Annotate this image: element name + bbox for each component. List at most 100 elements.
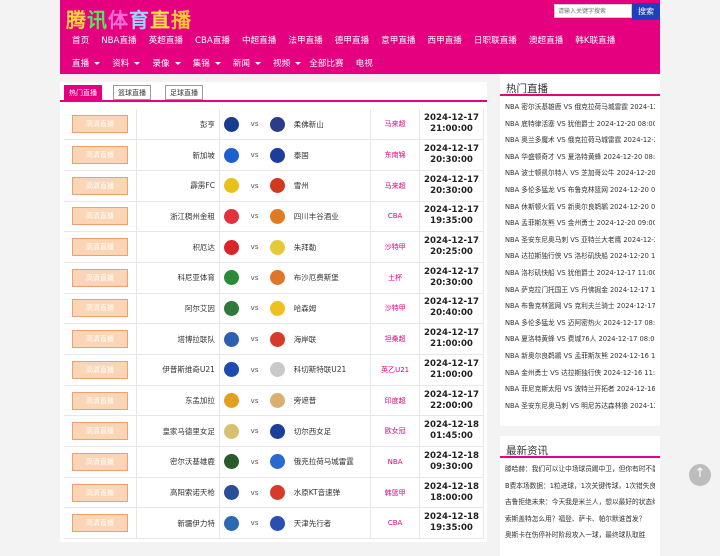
hot-live-box: 热门直播 NBA 密尔沃基雄鹿 VS 俄克拉荷马城雷霆 2024-12-18 NB… xyxy=(500,74,660,426)
league-link[interactable]: 土杯 xyxy=(370,262,421,294)
news-item[interactable]: 奥斯卡在伤停补时阶段攻入一球，最终球队取胜 xyxy=(505,527,655,544)
league-link[interactable]: 欧女冠 xyxy=(370,415,421,448)
hd-live-button[interactable]: 高清直播 xyxy=(71,391,128,410)
subnav-link[interactable]: 资料 xyxy=(112,56,141,70)
hd-live-button[interactable]: 高清直播 xyxy=(71,514,128,533)
hd-live-button[interactable]: 高清直播 xyxy=(71,115,128,134)
hd-live-button[interactable]: 高清直播 xyxy=(71,268,128,287)
hot-live-item[interactable]: NBA 休斯顿火箭 VS 新奥尔良鹈鹕 2024-12-20 09:00 xyxy=(505,199,655,216)
hd-live-button[interactable]: 高清直播 xyxy=(71,452,128,471)
news-item[interactable]: 滕哈赫：我们可以让中场球员踢中卫，但你有时不能 xyxy=(505,461,655,478)
nav-link[interactable]: 首页 xyxy=(72,34,89,48)
league-link[interactable]: CBA xyxy=(370,201,421,233)
nav-link[interactable]: CBA直播 xyxy=(195,34,230,48)
match-clock: 20:30:00 xyxy=(430,155,473,166)
tab-basketball-live[interactable]: 篮球直播 xyxy=(113,85,151,100)
hd-live-button[interactable]: 高清直播 xyxy=(71,207,128,226)
nav-link[interactable]: 德甲直播 xyxy=(335,34,369,48)
match-time: 2024-12-17 20:40:00 xyxy=(419,293,484,325)
league-link[interactable]: 坦桑超 xyxy=(370,323,421,355)
logo-char: 育 xyxy=(129,8,150,32)
nav-link[interactable]: NBA直播 xyxy=(101,34,136,48)
news-item[interactable]: B费本场数据：1粒进球，1次关键传球，1次错失良机 xyxy=(505,478,655,495)
nav-link[interactable]: 西甲直播 xyxy=(428,34,462,48)
hd-live-button[interactable]: 高清直播 xyxy=(71,299,128,318)
hd-live-button[interactable]: 高清直播 xyxy=(71,422,128,441)
hot-live-item[interactable]: NBA 洛杉矶快船 VS 犹他爵士 2024-12-17 11:00 xyxy=(505,265,655,282)
hot-live-item[interactable]: NBA 金州勇士 VS 达拉斯独行侠 2024-12-16 11:00 xyxy=(505,365,655,382)
tab-hot-live[interactable]: 热门直播 xyxy=(64,85,102,100)
hot-live-item[interactable]: NBA 布鲁克林篮网 VS 克利夫兰骑士 2024-12-17 08:30 xyxy=(505,298,655,315)
league-link[interactable]: 东南锦 xyxy=(370,139,421,171)
hd-live-button[interactable]: 高清直播 xyxy=(71,146,128,165)
home-team-logo-icon xyxy=(223,454,239,470)
hot-live-item[interactable]: NBA 奥兰多魔术 VS 俄克拉荷马城雷霆 2024-12-20 xyxy=(505,132,655,149)
subnav-label: 集锦 xyxy=(192,59,210,69)
news-item[interactable]: 吉鲁拒绝未来：今天我是米兰人，想以最好的状态结束 xyxy=(505,494,655,511)
hot-live-item[interactable]: NBA 多伦多猛龙 VS 布鲁克林篮网 2024-12-20 08:30 xyxy=(505,182,655,199)
league-link[interactable]: 印度超 xyxy=(370,385,421,417)
subnav-link[interactable]: 集锦 xyxy=(193,56,221,70)
away-logo-cell xyxy=(266,446,290,478)
hot-live-item[interactable]: NBA 华盛顿奇才 VS 夏洛特黄蜂 2024-12-20 08:00 xyxy=(505,149,655,166)
subnav-link[interactable]: 视频 xyxy=(273,56,302,70)
league-link[interactable]: 韩篮甲 xyxy=(370,477,421,509)
hd-live-button[interactable]: 高清直播 xyxy=(71,360,128,379)
hot-live-item[interactable]: NBA 萨克拉门托国王 VS 丹佛掘金 2024-12-17 11:00 xyxy=(505,282,655,299)
button-cell: 高清直播 xyxy=(64,477,137,509)
hd-live-button[interactable]: 高清直播 xyxy=(71,238,128,257)
league-link[interactable]: 英乙U21 xyxy=(370,354,421,386)
league-link[interactable]: 沙特甲 xyxy=(370,231,421,263)
away-team-logo-icon xyxy=(270,331,286,347)
away-team: 雪州 xyxy=(289,170,372,202)
news-item[interactable]: 索斯盖特怎么用？福登、萨卡、帕尔默谁首发？ xyxy=(505,511,655,528)
subnav-link[interactable]: 直播 xyxy=(72,56,101,70)
home-team-logo-icon xyxy=(223,393,239,409)
subnav-link[interactable]: 新闻 xyxy=(233,56,262,70)
away-logo-cell xyxy=(266,293,290,325)
hot-live-item[interactable]: NBA 菲尼克斯太阳 VS 波特兰开拓者 2024-12-16 10:00 xyxy=(505,381,655,398)
league-link[interactable]: 马来超 xyxy=(370,109,421,141)
hot-live-item[interactable]: NBA 多伦多猛龙 VS 迈阿密热火 2024-12-17 08:30 xyxy=(505,315,655,332)
tab-football-live[interactable]: 足球直播 xyxy=(165,85,203,100)
nav-link[interactable]: 法甲直播 xyxy=(288,34,322,48)
subnav-link[interactable]: 录像 xyxy=(152,56,181,70)
search-input[interactable] xyxy=(554,4,632,18)
nav-link[interactable]: 英超直播 xyxy=(149,34,183,48)
league-link[interactable]: 马来超 xyxy=(370,170,421,202)
hd-live-button[interactable]: 高清直播 xyxy=(71,330,128,349)
hot-live-item[interactable]: NBA 密尔沃基雄鹿 VS 俄克拉荷马城雷霆 2024-12-18 xyxy=(505,99,655,116)
home-logo-cell xyxy=(219,477,243,509)
nav-link[interactable]: 日职联直播 xyxy=(474,34,517,48)
hd-live-button[interactable]: 高清直播 xyxy=(71,176,128,195)
subnav-link[interactable]: 电视 xyxy=(356,56,373,70)
hot-live-item[interactable]: NBA 达拉斯独行侠 VS 洛杉矶快船 2024-12-20 11:00 xyxy=(505,248,655,265)
hot-live-item[interactable]: NBA 新奥尔良鹈鹕 VS 孟菲斯灰熊 2024-12-16 11:00 xyxy=(505,348,655,365)
hot-live-item[interactable]: NBA 夏洛特黄蜂 VS 费城76人 2024-12-17 08:00 xyxy=(505,331,655,348)
away-team-logo-icon xyxy=(270,239,286,255)
search-button[interactable]: 搜索 xyxy=(632,3,660,20)
league-link[interactable]: CBA xyxy=(370,507,421,540)
nav-link[interactable]: 中超直播 xyxy=(242,34,276,48)
hot-live-item[interactable]: NBA 孟菲斯灰熊 VS 金州勇士 2024-12-20 09:00 xyxy=(505,215,655,232)
subnav-label: 视频 xyxy=(273,59,291,69)
away-team: 天津先行者 xyxy=(289,507,372,540)
site-logo[interactable]: 腾讯体育直播 xyxy=(66,4,192,33)
hot-live-item[interactable]: NBA 波士顿凯尔特人 VS 芝加哥公牛 2024-12-20 xyxy=(505,165,655,182)
scroll-top-button[interactable]: ↑ xyxy=(689,464,711,486)
league-link[interactable]: 沙特甲 xyxy=(370,293,421,325)
nav-link[interactable]: 澳超直播 xyxy=(529,34,563,48)
subnav-link[interactable]: 全部比赛 xyxy=(309,56,343,70)
league-link[interactable]: NBA xyxy=(370,446,421,478)
button-cell: 高清直播 xyxy=(64,323,137,355)
nav-link[interactable]: 意甲直播 xyxy=(381,34,415,48)
news-list: 滕哈赫：我们可以让中场球员踢中卫，但你有时不能 B费本场数据：1粒进球，1次关键传… xyxy=(500,458,660,544)
away-team: 朱拜勒 xyxy=(289,231,372,263)
hot-live-item[interactable]: NBA 圣安东尼奥马刺 VS 明尼苏达森林狼 2024-12-16 xyxy=(505,398,655,415)
nav-link[interactable]: 韩K联直播 xyxy=(575,34,615,48)
home-team-logo-icon xyxy=(223,423,239,439)
hot-live-item[interactable]: NBA 圣安东尼奥马刺 VS 亚特兰大老鹰 2024-12-20 xyxy=(505,232,655,249)
match-time: 2024-12-18 09:30:00 xyxy=(419,446,484,478)
hot-live-item[interactable]: NBA 底特律活塞 VS 犹他爵士 2024-12-20 08:00 xyxy=(505,116,655,133)
hd-live-button[interactable]: 高清直播 xyxy=(71,483,128,502)
